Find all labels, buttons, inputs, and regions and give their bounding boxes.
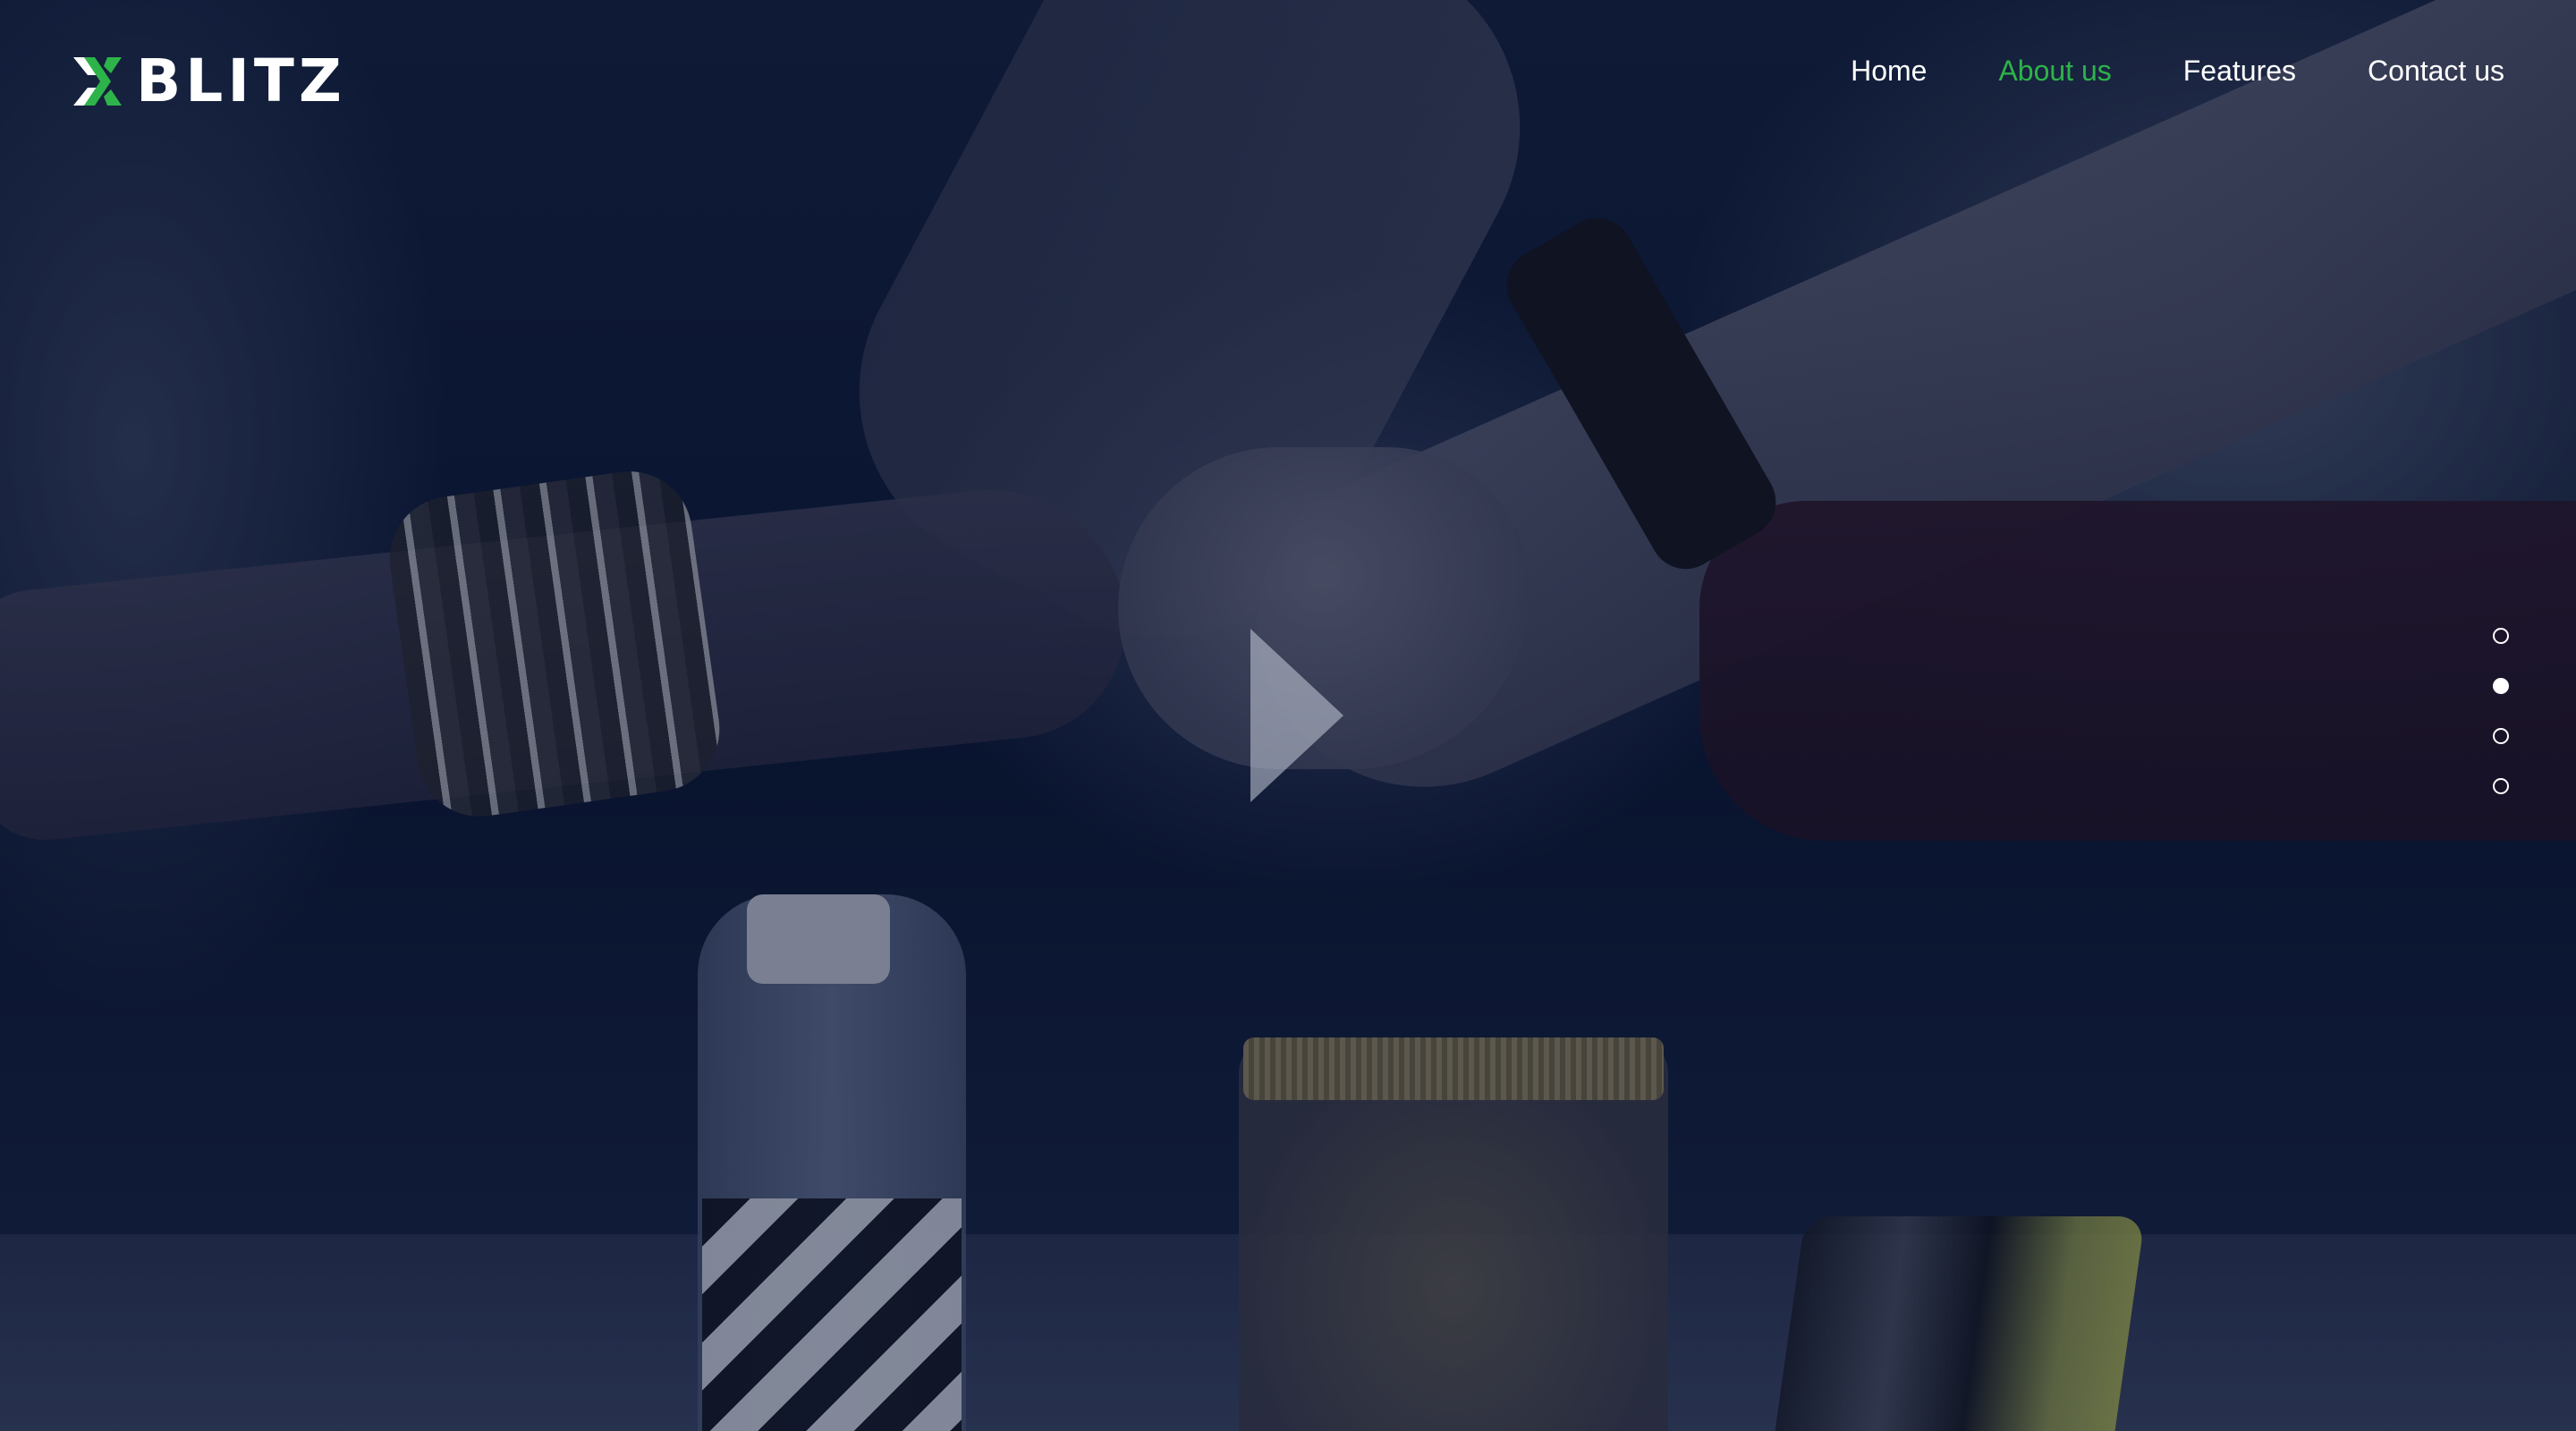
- slide-dots: [2493, 628, 2509, 794]
- slide-dot-4[interactable]: [2493, 778, 2509, 794]
- nav-item-about-us[interactable]: About us: [1998, 50, 2111, 91]
- main-nav: Home About us Features Contact us: [1851, 50, 2504, 91]
- nav-item-features[interactable]: Features: [2183, 50, 2296, 91]
- brand-logo[interactable]: BLITZ: [72, 52, 346, 111]
- brand-name: BLITZ: [136, 47, 346, 115]
- play-icon: [1250, 629, 1343, 802]
- x-chevron-logo-icon: [73, 57, 122, 106]
- nav-item-contact-us[interactable]: Contact us: [2368, 50, 2504, 91]
- slide-dot-1[interactable]: [2493, 628, 2509, 644]
- slide-dot-3[interactable]: [2493, 728, 2509, 744]
- slide-dot-2[interactable]: [2493, 678, 2509, 694]
- play-button[interactable]: [1243, 622, 1351, 809]
- nav-item-home[interactable]: Home: [1851, 50, 1927, 91]
